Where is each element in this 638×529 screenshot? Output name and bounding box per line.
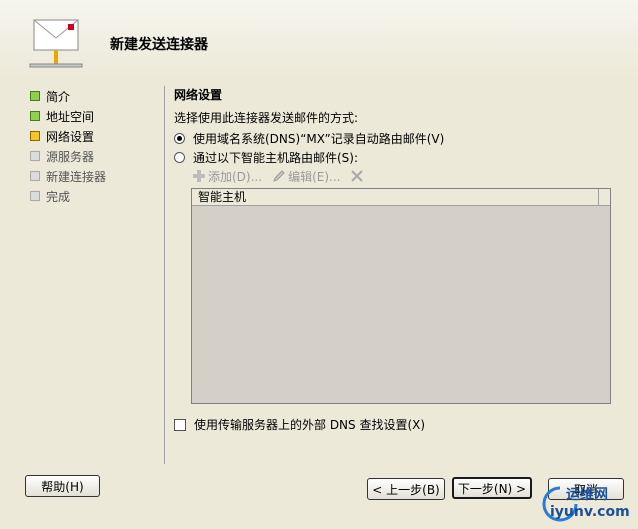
add-button[interactable]: 添加(D)...: [192, 168, 262, 185]
radio-dns-mx-option[interactable]: 使用域名系统(DNS)“MX”记录自动路由邮件(V): [174, 129, 614, 148]
smarthost-list[interactable]: 智能主机: [191, 188, 611, 404]
watermark-text-domain: iyunv.com: [550, 504, 630, 520]
step-network-settings: 网络设置: [30, 126, 160, 146]
radio-smarthost-option[interactable]: 通过以下智能主机路由邮件(S):: [174, 148, 614, 167]
section-title: 网络设置: [174, 88, 223, 102]
radio-smarthost-label: 通过以下智能主机路由邮件(S):: [193, 151, 359, 165]
external-dns-label: 使用传输服务器上的外部 DNS 查找设置(X): [194, 418, 426, 432]
routing-prompt: 选择使用此连接器发送邮件的方式:: [174, 111, 359, 125]
step-pending-icon: [30, 151, 40, 161]
step-intro: 简介: [30, 86, 160, 106]
list-header: 智能主机: [192, 189, 610, 206]
step-label: 新建连接器: [46, 169, 107, 184]
step-complete-icon: [30, 91, 40, 101]
watermark-text-cn: 运维网: [566, 487, 608, 503]
step-pending-icon: [30, 171, 40, 181]
next-button[interactable]: 下一步(N) >: [452, 477, 532, 499]
step-new-connector: 新建连接器: [30, 166, 160, 186]
step-pending-icon: [30, 191, 40, 201]
watermark: 运维网 iyunv.com: [540, 478, 636, 528]
remove-button[interactable]: [350, 169, 366, 183]
step-source-server: 源服务器: [30, 146, 160, 166]
back-button[interactable]: < 上一步(B): [367, 478, 445, 500]
smarthost-toolbar: 添加(D)... 编辑(E)...: [192, 166, 376, 186]
wizard-header: 新建发送连接器: [0, 0, 638, 80]
checkbox-unchecked-icon[interactable]: [174, 418, 186, 431]
radio-dns-label: 使用域名系统(DNS)“MX”记录自动路由邮件(V): [193, 132, 445, 146]
pencil-icon: [273, 170, 285, 182]
divider: [164, 86, 165, 464]
step-finish: 完成: [30, 186, 160, 206]
step-label: 简介: [46, 89, 71, 104]
radio-selected-icon[interactable]: [174, 133, 185, 144]
help-button[interactable]: 帮助(H): [25, 475, 100, 497]
edit-button[interactable]: 编辑(E)...: [272, 168, 340, 185]
wizard-title: 新建发送连接器: [110, 37, 208, 53]
edit-label: 编辑(E)...: [288, 169, 341, 184]
connector-envelope-icon: [29, 19, 83, 68]
radio-unselected-icon[interactable]: [174, 152, 185, 163]
column-header-smarthost[interactable]: 智能主机: [192, 189, 599, 205]
delete-x-icon: [351, 170, 364, 182]
network-settings-panel: 网络设置 选择使用此连接器发送邮件的方式: 使用域名系统(DNS)“MX”记录自…: [174, 86, 614, 167]
add-label: 添加(D)...: [208, 169, 263, 184]
external-dns-option[interactable]: 使用传输服务器上的外部 DNS 查找设置(X): [174, 416, 425, 433]
step-label: 网络设置: [46, 129, 95, 144]
step-complete-icon: [30, 111, 40, 121]
step-label: 完成: [46, 189, 71, 204]
wizard-steps: 简介 地址空间 网络设置 源服务器 新建连接器 完成: [30, 86, 160, 206]
step-address-space: 地址空间: [30, 106, 160, 126]
plus-icon: [193, 170, 205, 182]
step-current-icon: [30, 131, 40, 141]
step-label: 地址空间: [46, 109, 95, 124]
step-label: 源服务器: [46, 149, 95, 164]
